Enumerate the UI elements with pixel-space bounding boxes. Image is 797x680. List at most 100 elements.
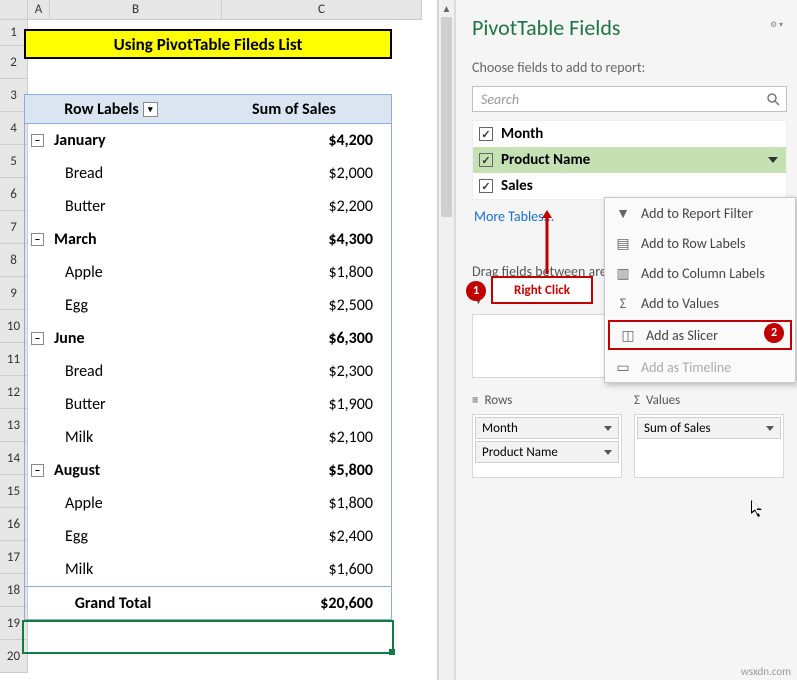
step-badge-1: 1 [466, 281, 486, 301]
item-name: Milk [25, 560, 201, 579]
values-label: Values [646, 393, 680, 408]
pivot-item-row[interactable]: Bread$2,000 [25, 157, 391, 190]
funnel-icon: ▼ [615, 205, 631, 222]
gear-icon[interactable]: ⚙ ▾ [770, 20, 783, 30]
field-label: Sales [501, 177, 533, 195]
column-header-C[interactable]: C [222, 0, 422, 20]
pivot-group-row[interactable]: −March $4,300 [25, 223, 391, 256]
context-menu-label: Add to Values [641, 295, 719, 312]
area-chip[interactable]: Month [475, 417, 619, 439]
row-labels-filter-button[interactable]: ▾ [143, 102, 158, 117]
item-name: Apple [25, 263, 201, 282]
rows-icon: ≡ [472, 393, 478, 408]
row-labels-text: Row Labels [64, 100, 138, 119]
selection-outline [22, 620, 394, 654]
context-menu-item[interactable]: ▥Add to Column Labels [605, 258, 795, 288]
context-menu-label: Add as Slicer [646, 327, 718, 344]
values-area[interactable]: ΣValues Sum of Sales [634, 390, 784, 478]
group-name: August [54, 461, 100, 480]
item-name: Milk [25, 428, 201, 447]
area-chip[interactable]: Product Name [475, 441, 619, 463]
rows-area[interactable]: ≡ Rows MonthProduct Name [472, 390, 622, 478]
grand-total-label: Grand Total [25, 594, 201, 613]
pivot-item-row[interactable]: Butter$1,900 [25, 388, 391, 421]
field-item[interactable]: ✓Product Name [473, 147, 786, 173]
pivot-group-row[interactable]: −January$4,200 [25, 124, 391, 157]
filters-dropzone[interactable] [472, 314, 622, 378]
search-icon [766, 92, 780, 110]
context-menu-label: Add to Row Labels [641, 235, 746, 252]
pivot-group-row[interactable]: −August $5,800 [25, 454, 391, 487]
area-chip[interactable]: Sum of Sales [637, 417, 781, 439]
sum-of-sales-header[interactable]: Sum of Sales [197, 95, 391, 123]
scroll-up-arrow[interactable]: ▲ [439, 0, 454, 17]
collapse-icon[interactable]: − [31, 464, 44, 477]
group-total: $5,800 [201, 461, 391, 480]
item-name: Egg [25, 296, 201, 315]
slicer-icon: ◫ [620, 327, 636, 344]
field-checkbox[interactable]: ✓ [479, 127, 493, 141]
search-input[interactable]: Search [472, 86, 787, 112]
context-menu-label: Add as Timeline [641, 359, 731, 376]
values-dropzone[interactable]: Sum of Sales [634, 414, 784, 478]
pivot-item-row[interactable]: Milk$1,600 [25, 553, 391, 586]
pane-subtitle: Choose fields to add to report: [472, 59, 787, 76]
field-context-menu: ▼Add to Report Filter ▤ Add to Row Labels ▥… [604, 197, 796, 383]
item-value: $2,100 [201, 428, 391, 447]
pivot-item-row[interactable]: Egg$2,400 [25, 520, 391, 553]
vertical-scrollbar[interactable]: ▲ [438, 0, 455, 680]
group-total: $6,300 [201, 329, 391, 348]
collapse-icon[interactable]: − [31, 134, 44, 147]
group-name: January [54, 131, 106, 150]
item-value: $1,800 [201, 263, 391, 282]
item-value: $2,200 [201, 197, 391, 216]
rows-dropzone[interactable]: MonthProduct Name [472, 414, 622, 478]
pivot-header-row: Row Labels ▾ Sum of Sales [24, 94, 392, 124]
pivot-item-row[interactable]: Apple$1,800 [25, 256, 391, 289]
collapse-icon[interactable]: − [31, 332, 44, 345]
context-menu-label: Add to Column Labels [641, 265, 765, 282]
pivot-group-row[interactable]: −June $6,300 [25, 322, 391, 355]
step-badge-2: 2 [764, 323, 784, 343]
callout-arrow [541, 210, 553, 276]
timeline-icon: ▭ [615, 359, 631, 376]
grand-total-row[interactable]: Grand Total$20,600 [25, 586, 391, 619]
row-labels-header[interactable]: Row Labels ▾ [25, 95, 197, 123]
collapse-icon[interactable]: − [31, 233, 44, 246]
pivot-item-row[interactable]: Bread$2,300 [25, 355, 391, 388]
group-name: June [54, 329, 85, 348]
scroll-thumb[interactable] [441, 17, 452, 217]
item-name: Butter [25, 395, 201, 414]
field-item[interactable]: ✓Month [473, 121, 786, 147]
item-value: $1,600 [201, 560, 391, 579]
rows-label: Rows [484, 393, 512, 408]
pivot-body: −January$4,200Bread$2,000Butter$2,200−Ma… [24, 124, 392, 620]
pivot-item-row[interactable]: Milk$2,100 [25, 421, 391, 454]
mouse-cursor-icon [751, 500, 765, 523]
pivot-item-row[interactable]: Egg$2,500 [25, 289, 391, 322]
pivot-item-row[interactable]: Butter$2,200 [25, 190, 391, 223]
title-cell[interactable]: Using PivotTable Fileds List [24, 29, 392, 59]
pivot-item-row[interactable]: Apple$1,800 [25, 487, 391, 520]
field-checkbox[interactable]: ✓ [479, 153, 493, 167]
rows-icon: ▤ [615, 235, 631, 252]
item-value: $2,500 [201, 296, 391, 315]
item-name: Bread [25, 164, 201, 183]
select-all-corner[interactable] [0, 0, 28, 20]
grand-total-value: $20,600 [201, 594, 391, 613]
context-menu-item[interactable]: Σ Add to Values [605, 288, 795, 318]
field-checkbox[interactable]: ✓ [479, 179, 493, 193]
field-item[interactable]: ✓ Sales [473, 173, 786, 199]
group-name: March [54, 230, 97, 249]
row-header[interactable]: 20 [0, 640, 28, 673]
context-menu-item[interactable]: ▭ Add as Timeline [605, 352, 795, 382]
right-click-callout: Right Click [491, 276, 593, 304]
column-header-B[interactable]: B [50, 0, 222, 20]
item-value: $2,300 [201, 362, 391, 381]
column-header-A[interactable]: A [28, 0, 50, 20]
group-total: $4,300 [201, 230, 391, 249]
item-name: Egg [25, 527, 201, 546]
sigma-icon: Σ [615, 295, 631, 312]
context-menu-item[interactable]: ▤ Add to Row Labels [605, 228, 795, 258]
context-menu-item[interactable]: ▼Add to Report Filter [605, 198, 795, 228]
